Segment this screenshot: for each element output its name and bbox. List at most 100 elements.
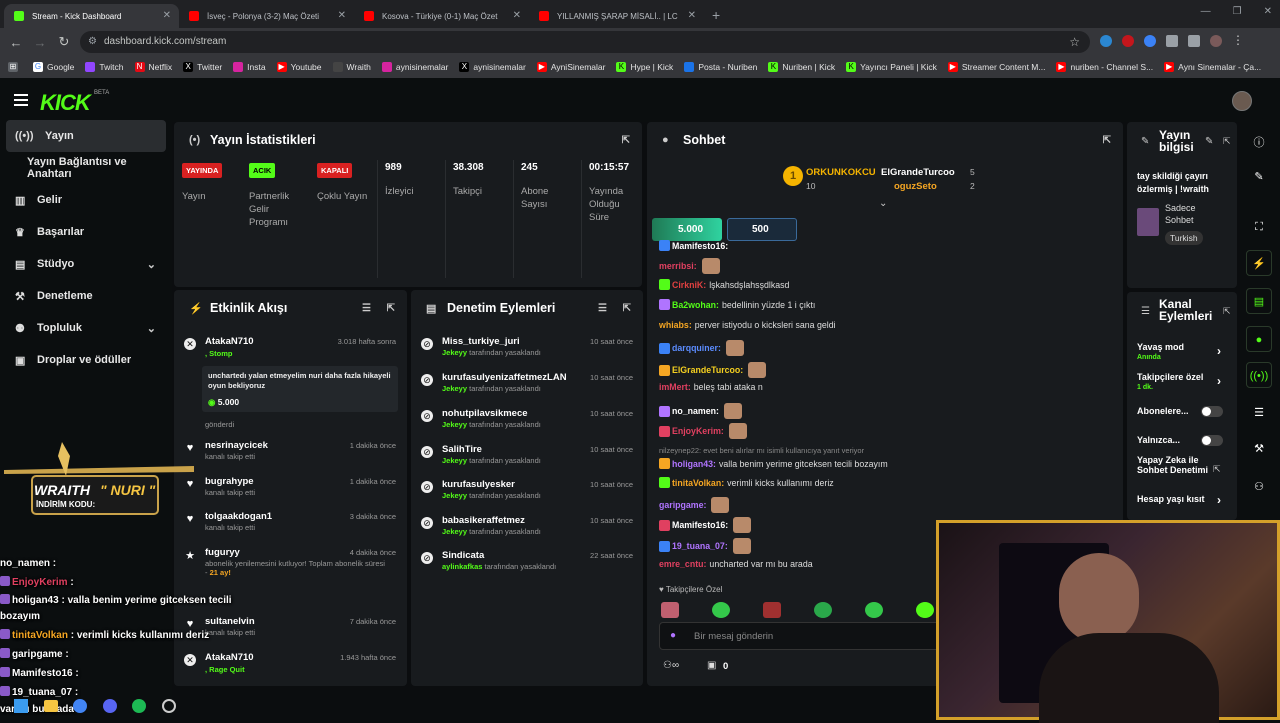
emote-icon[interactable]: [661, 602, 679, 618]
activity-username[interactable]: fuguryy: [205, 547, 240, 558]
moderation-username[interactable]: Sindicata: [442, 550, 484, 561]
gift-button-500[interactable]: 500: [727, 218, 797, 241]
emote-icon[interactable]: [712, 602, 730, 618]
bookmark-ayni-sinemalar[interactable]: ▶ Aynı Sinemalar - Ça...: [1164, 62, 1261, 72]
menu-dots-icon[interactable]: ⋮: [1232, 34, 1244, 47]
chat-username[interactable]: CirkniK:: [672, 280, 706, 290]
emotes-only-toggle[interactable]: [1201, 435, 1223, 446]
chat-username[interactable]: merribsi:: [659, 261, 697, 271]
sidebar-item-droplar[interactable]: ▣ Droplar ve ödüller: [0, 344, 172, 376]
chat-username[interactable]: Ba2wohan:: [672, 300, 719, 310]
bookmark-youtube[interactable]: ▶ Youtube: [276, 62, 322, 72]
category-thumbnail[interactable]: [1137, 208, 1159, 236]
sidebar-item-yayin[interactable]: ((•)) Yayın: [6, 120, 166, 152]
popout-icon[interactable]: ⇱: [623, 303, 631, 314]
document-icon[interactable]: ▤: [1246, 288, 1272, 314]
chat-username[interactable]: no_namen:: [672, 406, 719, 416]
chat-username[interactable]: Mamifesto16:: [672, 241, 728, 251]
activity-username[interactable]: nesrinaycicek: [205, 440, 268, 451]
close-icon[interactable]: ✕: [688, 10, 696, 21]
kick-logo[interactable]: KICK: [40, 90, 91, 116]
bookmark-nuriben[interactable]: K Nuriben | Kick: [768, 62, 835, 72]
url-field[interactable]: ⚙ dashboard.kick.com/stream ☆: [80, 31, 1090, 53]
bookmark-aynisinemalar-yt[interactable]: ▶ AyniSinemalar: [536, 62, 605, 72]
pencil-icon[interactable]: ✎: [1205, 136, 1213, 147]
bookmark-insta[interactable]: Insta: [233, 62, 266, 72]
sidebar-item-topluluk[interactable]: ⚉ Topluluk ⌄: [0, 312, 172, 344]
leader-name[interactable]: ORKUNKOKCU: [806, 167, 876, 178]
moderator-name[interactable]: Jekeyy: [442, 348, 467, 357]
subscribers-only-toggle[interactable]: [1201, 406, 1223, 417]
list-icon[interactable]: ☰: [1246, 400, 1272, 426]
moderation-username[interactable]: Miss_turkiye_juri: [442, 336, 520, 347]
chat-username[interactable]: 19_tuana_07:: [672, 541, 728, 551]
slow-mode-setting[interactable]: Yavaş mod Anında ›: [1137, 342, 1221, 361]
reading-list-icon[interactable]: [1188, 35, 1200, 47]
chevron-down-icon[interactable]: ⌄: [879, 198, 887, 209]
browser-tab[interactable]: Kosova - Türkiye (0-1) Maç Özet ✕: [354, 4, 529, 28]
hammer-icon[interactable]: ⚒: [1246, 436, 1272, 462]
close-icon[interactable]: ✕: [338, 10, 346, 21]
moderator-name[interactable]: Jekeyy: [442, 491, 467, 500]
chat-username[interactable]: darqquiner:: [672, 343, 721, 353]
filter-icon[interactable]: ☰: [598, 303, 607, 314]
moderation-username[interactable]: kurufasulyesker: [442, 479, 515, 490]
extension-icon[interactable]: [1100, 35, 1112, 47]
bookmark-twitch[interactable]: Twitch: [85, 62, 124, 72]
close-window-icon[interactable]: ✕: [1264, 6, 1272, 17]
sidebar-item-denetleme[interactable]: ⚒ Denetleme: [0, 280, 172, 312]
chat-username[interactable]: ElGrandeTurcoo:: [672, 365, 743, 375]
popout-icon[interactable]: ⇱: [1223, 306, 1231, 317]
discord-icon[interactable]: [103, 699, 117, 713]
chat-username[interactable]: garipgame:: [659, 500, 706, 510]
close-icon[interactable]: ✕: [513, 10, 521, 21]
extension-icon[interactable]: [1144, 35, 1156, 47]
microphone-icon[interactable]: ●: [670, 630, 676, 641]
close-icon[interactable]: ✕: [163, 10, 171, 21]
bookmark-star-icon[interactable]: ☆: [1069, 31, 1080, 53]
folder-icon[interactable]: [44, 700, 58, 712]
emote-icon[interactable]: [763, 602, 781, 618]
moderator-name[interactable]: Jekeyy: [442, 384, 467, 393]
fullscreen-icon[interactable]: ⛶: [1246, 214, 1272, 240]
maximize-icon[interactable]: ❐: [1233, 6, 1242, 17]
spotify-icon[interactable]: [132, 699, 146, 713]
popout-icon[interactable]: ⇱: [387, 303, 395, 314]
account-age-setting[interactable]: Hesap yaşı kısıt ›: [1137, 493, 1221, 507]
emote-icon[interactable]: [865, 602, 883, 618]
moderation-username[interactable]: babasikeraffetmez: [442, 515, 525, 526]
stream-category[interactable]: Sadece Sohbet: [1165, 202, 1215, 226]
bookmark-google[interactable]: G Google: [33, 62, 74, 72]
gift-box-icon[interactable]: ▣: [707, 660, 716, 671]
users-infinity-icon[interactable]: ⚇∞: [663, 660, 679, 671]
sidebar-item-studyo[interactable]: ▤ Stüdyo ⌄: [0, 248, 172, 280]
chat-bubble-icon[interactable]: ●: [1246, 326, 1272, 352]
filter-icon[interactable]: ☰: [362, 303, 371, 314]
moderator-name[interactable]: aylinkafkas: [442, 562, 482, 571]
back-icon[interactable]: ←: [4, 35, 28, 50]
bookmark-nuriben-channel[interactable]: ▶ nuriben - Channel S...: [1056, 62, 1153, 72]
moderator-name[interactable]: Jekeyy: [442, 420, 467, 429]
popout-icon[interactable]: ⇱: [1223, 136, 1231, 147]
sidebar-item-basarilar[interactable]: ♛ Başarılar: [0, 216, 172, 248]
bookmark-posta[interactable]: Posta - Nuriben: [684, 62, 757, 72]
broadcast-icon[interactable]: ((•)): [1246, 362, 1272, 388]
info-icon[interactable]: ⓘ: [1246, 130, 1272, 156]
popout-icon[interactable]: ⇱: [622, 135, 630, 146]
leader-name[interactable]: ElGrandeTurcoo: [881, 167, 955, 178]
chat-username[interactable]: holigan43:: [672, 459, 716, 469]
chat-username[interactable]: whiabs:: [659, 320, 692, 330]
followers-only-setting[interactable]: Takipçilere özel 1 dk. ›: [1137, 372, 1221, 391]
activity-username[interactable]: bugrahype: [205, 476, 254, 487]
gift-button-5000[interactable]: 5.000: [652, 218, 722, 241]
sidebar-item-gelir[interactable]: ▥ Gelir: [0, 184, 172, 216]
chat-username[interactable]: imMert:: [659, 382, 691, 392]
site-settings-icon[interactable]: ⚙: [88, 31, 97, 53]
new-tab-button[interactable]: +: [704, 7, 728, 28]
extension-icon[interactable]: [1122, 35, 1134, 47]
bookmark-aynisinemalar-x[interactable]: Xaynisinemalar: [459, 62, 526, 72]
edit-icon[interactable]: ✎: [1246, 164, 1272, 190]
bookmark-wraith[interactable]: Wraith: [332, 62, 371, 72]
profile-icon[interactable]: [1210, 35, 1222, 47]
bookmark-twitter[interactable]: X Twitter: [183, 62, 222, 72]
